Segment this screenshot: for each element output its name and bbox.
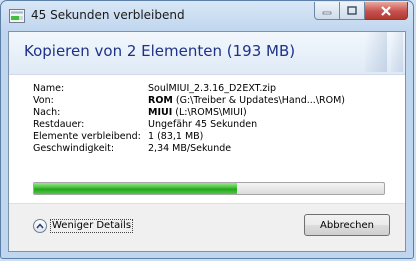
items-remaining-label: Elemente verbleibend:	[33, 131, 141, 142]
title-bar[interactable]: 45 Sekunden verbleibend	[1, 1, 413, 31]
to-path: (L:\ROMS\MIUI)	[175, 107, 247, 118]
details-toggle-label[interactable]: Weniger Details	[50, 219, 134, 233]
details-toggle[interactable]: Weniger Details	[33, 219, 134, 233]
progress-fill	[34, 183, 237, 194]
close-button[interactable]	[365, 2, 408, 20]
dialog-content: Kopieren von 2 Elementen (193 MB) Name: …	[8, 31, 406, 252]
to-label: Nach:	[33, 107, 61, 118]
maximize-icon	[347, 6, 357, 15]
window-title: 45 Sekunden verbleibend	[31, 8, 185, 22]
header-title: Kopieren von 2 Elementen (193 MB)	[24, 42, 296, 60]
from-folder-link[interactable]: ROM	[148, 95, 173, 106]
remaining-time-value: Ungefähr 45 Sekunden	[148, 119, 258, 130]
dialog-footer: Weniger Details Abbrechen	[9, 203, 405, 251]
to-value: MIUI (L:\ROMS\MIUI)	[148, 107, 247, 119]
chevron-up-icon	[33, 219, 47, 233]
from-path: (G:\Treiber & Updates\Hand...\ROM)	[175, 95, 345, 106]
to-folder-link[interactable]: MIUI	[148, 107, 172, 118]
decorative-glare	[391, 32, 403, 72]
copy-progress-bar	[33, 182, 385, 195]
speed-label: Geschwindigkeit:	[33, 143, 115, 154]
name-value: SoulMIUI_2.3.16_D2EXT.zip	[148, 83, 277, 94]
remaining-time-label: Restdauer:	[33, 119, 85, 130]
copy-progress-icon	[9, 8, 25, 23]
name-label: Name:	[33, 83, 65, 94]
from-value: ROM (G:\Treiber & Updates\Hand...\ROM)	[148, 95, 345, 107]
minimize-button[interactable]	[314, 2, 340, 20]
copy-dialog-window: 45 Sekunden verbleibend Kopieren von 2 E…	[0, 0, 414, 259]
close-icon	[381, 5, 391, 16]
decorative-glare	[365, 32, 387, 72]
window-controls	[314, 2, 408, 20]
maximize-button[interactable]	[340, 2, 365, 20]
dialog-header: Kopieren von 2 Elementen (193 MB)	[9, 32, 405, 75]
speed-value: 2,34 MB/Sekunde	[148, 143, 232, 154]
items-remaining-value: 1 (83,1 MB)	[148, 131, 204, 142]
from-label: Von:	[33, 95, 54, 106]
minimize-icon	[322, 11, 332, 14]
cancel-button[interactable]: Abbrechen	[304, 214, 390, 236]
